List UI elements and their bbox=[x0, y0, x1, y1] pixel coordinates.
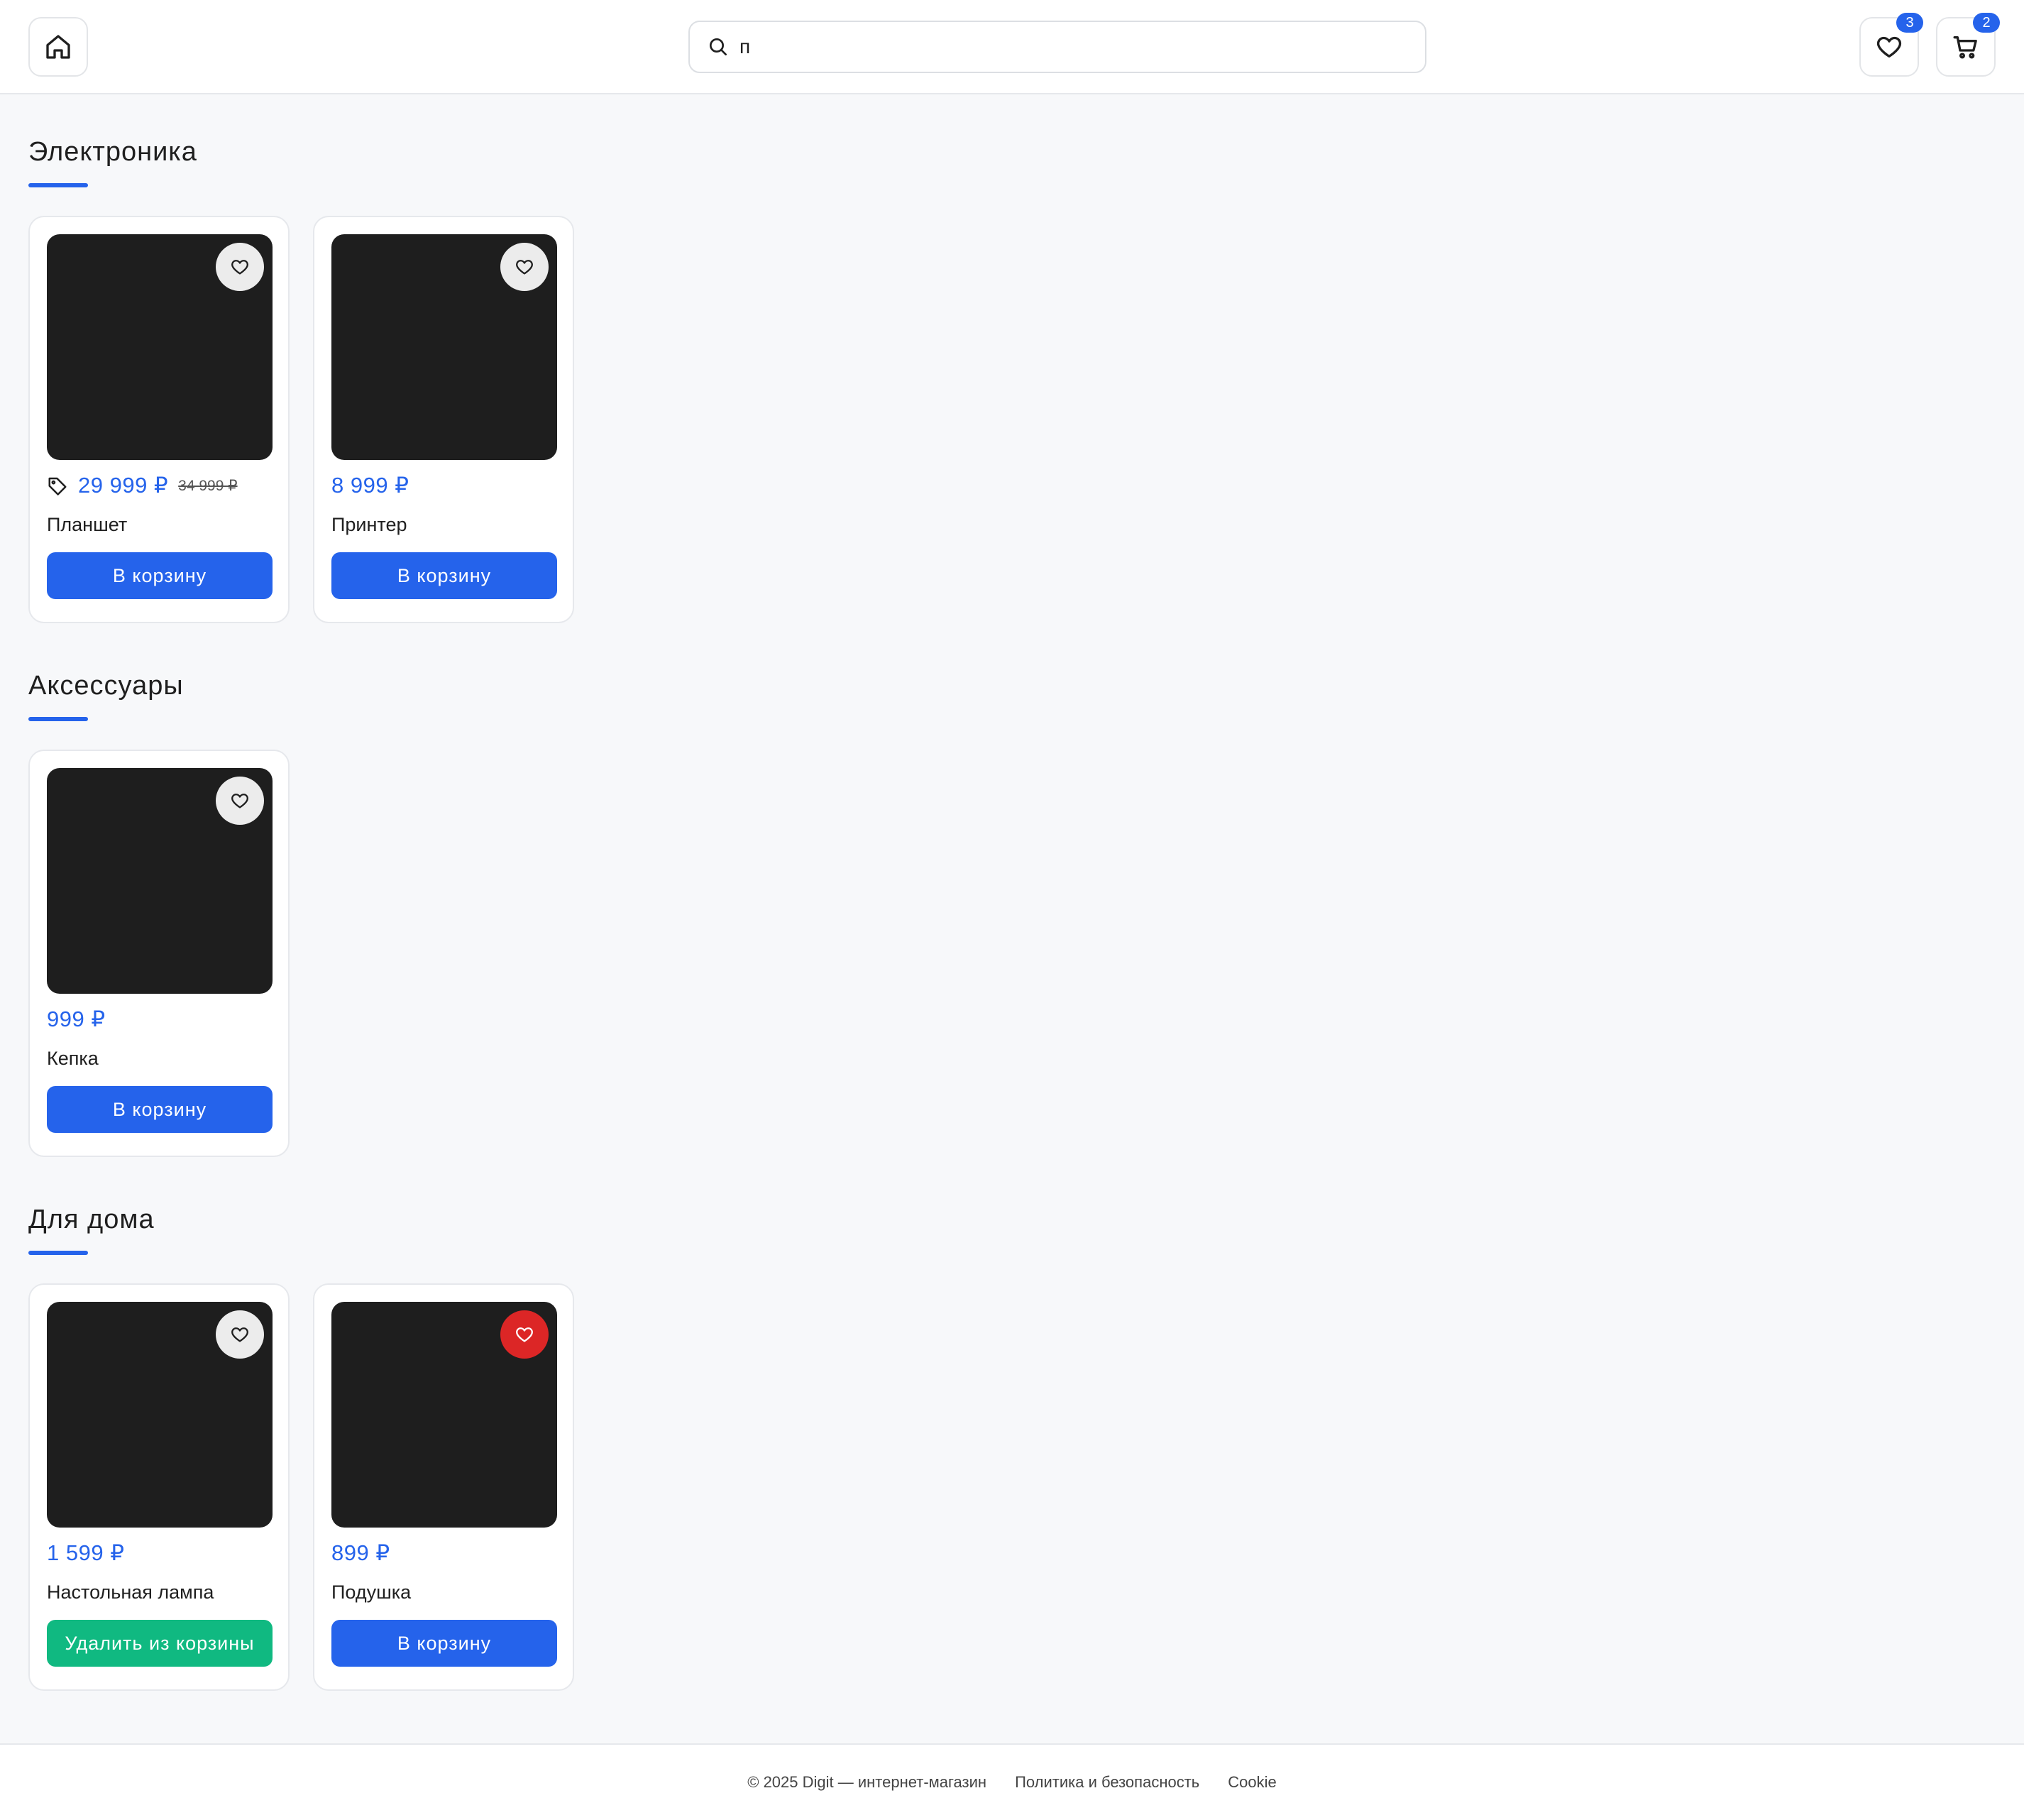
search-input[interactable] bbox=[739, 35, 1392, 58]
product-image[interactable] bbox=[331, 234, 557, 460]
product-name[interactable]: Кепка bbox=[47, 1048, 99, 1070]
add-to-cart-button[interactable]: В корзину bbox=[331, 552, 557, 599]
product-price: 8 999 ₽ bbox=[331, 473, 409, 498]
heart-icon bbox=[515, 1325, 534, 1344]
home-button[interactable] bbox=[28, 17, 88, 77]
favorite-toggle-button[interactable] bbox=[216, 243, 264, 291]
favorite-toggle-button[interactable] bbox=[216, 777, 264, 825]
product-image[interactable] bbox=[47, 768, 273, 994]
favorite-toggle-button[interactable] bbox=[216, 1310, 264, 1359]
product-price: 899 ₽ bbox=[331, 1540, 390, 1565]
product-name[interactable]: Настольная лампа bbox=[47, 1581, 214, 1604]
category-section-home: Для дома 1 599 ₽ Настольная лампа Удалит… bbox=[28, 1202, 574, 1691]
favorites-button[interactable]: 3 bbox=[1859, 13, 1923, 77]
page-footer: © 2025 Digit — интернет-магазин Политика… bbox=[0, 1743, 2024, 1820]
add-to-cart-button[interactable]: В корзину bbox=[47, 552, 273, 599]
product-image[interactable] bbox=[331, 1302, 557, 1528]
section-underline bbox=[28, 717, 88, 721]
product-grid: 29 999 ₽ 34 999 ₽ Планшет В корзину 8 99… bbox=[28, 216, 574, 623]
heart-icon bbox=[230, 257, 250, 277]
remove-from-cart-button[interactable]: Удалить из корзины bbox=[47, 1620, 273, 1667]
heart-icon bbox=[230, 1325, 250, 1344]
category-section-accessories: Аксессуары 999 ₽ Кепка В корзину bbox=[28, 669, 290, 1157]
product-image[interactable] bbox=[47, 1302, 273, 1528]
product-card[interactable]: 899 ₽ Подушка В корзину bbox=[313, 1283, 574, 1691]
product-old-price: 34 999 ₽ bbox=[178, 477, 238, 494]
product-grid: 1 599 ₽ Настольная лампа Удалить из корз… bbox=[28, 1283, 574, 1691]
cookie-link[interactable]: Cookie bbox=[1228, 1773, 1276, 1792]
product-card[interactable]: 999 ₽ Кепка В корзину bbox=[28, 750, 290, 1157]
product-grid: 999 ₽ Кепка В корзину bbox=[28, 750, 290, 1157]
favorite-toggle-button-active[interactable] bbox=[500, 1310, 549, 1359]
heart-icon bbox=[230, 791, 250, 811]
price-row: 8 999 ₽ bbox=[331, 471, 409, 500]
product-name[interactable]: Планшет bbox=[47, 514, 127, 536]
copyright-text: © 2025 Digit — интернет-магазин bbox=[747, 1773, 987, 1791]
search-icon bbox=[707, 35, 730, 58]
heart-icon bbox=[1875, 33, 1903, 61]
favorite-toggle-button[interactable] bbox=[500, 243, 549, 291]
discount-tag-icon bbox=[47, 475, 68, 496]
product-card[interactable]: 1 599 ₽ Настольная лампа Удалить из корз… bbox=[28, 1283, 290, 1691]
price-row: 29 999 ₽ 34 999 ₽ bbox=[47, 471, 238, 500]
product-price: 29 999 ₽ bbox=[78, 473, 169, 498]
cart-count-badge: 2 bbox=[1973, 13, 2000, 33]
price-row: 1 599 ₽ bbox=[47, 1539, 124, 1567]
product-price: 1 599 ₽ bbox=[47, 1540, 125, 1565]
search-bar[interactable] bbox=[688, 21, 1426, 73]
favorites-count-badge: 3 bbox=[1896, 13, 1923, 33]
heart-icon bbox=[515, 257, 534, 277]
product-price: 999 ₽ bbox=[47, 1007, 106, 1031]
section-title: Электроника bbox=[28, 137, 197, 167]
section-underline bbox=[28, 1251, 88, 1255]
section-title: Для дома bbox=[28, 1205, 155, 1234]
cart-button[interactable]: 2 bbox=[1936, 13, 2000, 77]
cart-icon bbox=[1952, 33, 1980, 61]
product-card[interactable]: 29 999 ₽ 34 999 ₽ Планшет В корзину bbox=[28, 216, 290, 623]
price-row: 999 ₽ bbox=[47, 1005, 106, 1034]
home-icon bbox=[44, 33, 72, 61]
product-name[interactable]: Подушка bbox=[331, 1581, 411, 1604]
product-image[interactable] bbox=[47, 234, 273, 460]
top-header: 3 2 bbox=[0, 0, 2024, 94]
price-row: 899 ₽ bbox=[331, 1539, 390, 1567]
product-name[interactable]: Принтер bbox=[331, 514, 407, 536]
product-card[interactable]: 8 999 ₽ Принтер В корзину bbox=[313, 216, 574, 623]
section-title: Аксессуары bbox=[28, 671, 184, 701]
add-to-cart-button[interactable]: В корзину bbox=[331, 1620, 557, 1667]
privacy-policy-link[interactable]: Политика и безопасность bbox=[1015, 1773, 1199, 1792]
add-to-cart-button[interactable]: В корзину bbox=[47, 1086, 273, 1133]
category-section-electronics: Электроника 29 999 ₽ 34 999 ₽ Планшет В … bbox=[28, 135, 574, 623]
section-underline bbox=[28, 183, 88, 187]
